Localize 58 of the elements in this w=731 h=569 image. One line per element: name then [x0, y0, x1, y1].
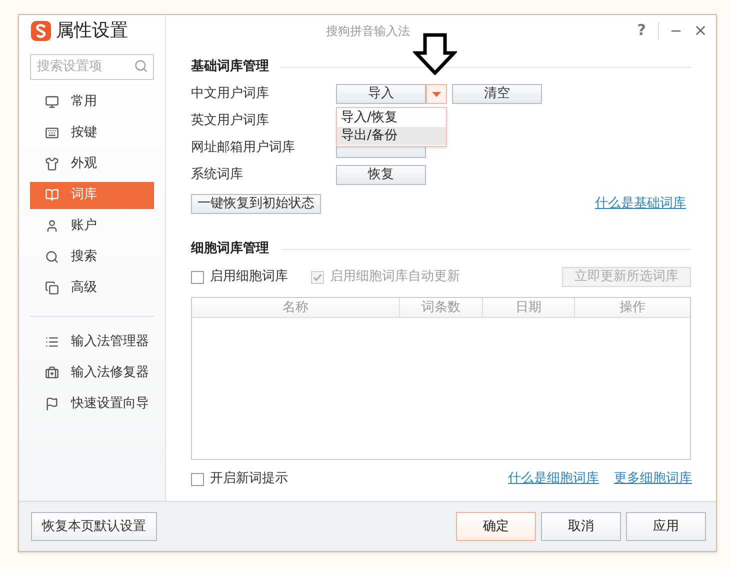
checkbox[interactable] [191, 472, 204, 486]
restore-defaults-button[interactable]: 恢复本页默认设置 [31, 512, 157, 541]
sidebar-item[interactable]: 搜索 [30, 244, 154, 270]
sidebar-item[interactable]: 外观 [30, 150, 154, 178]
column-header: 日期 [482, 298, 574, 317]
dialog-button[interactable]: 确定 [456, 512, 536, 541]
help-link[interactable]: 更多细胞词库 [614, 469, 692, 489]
row-label: 中文用户词库 [191, 85, 270, 104]
search-field[interactable]: 搜索设置项 [30, 54, 154, 80]
search-icon [45, 250, 59, 264]
sidebar-item[interactable]: 账户 [30, 212, 154, 240]
dropdown-button[interactable] [426, 84, 447, 104]
checkbox[interactable] [191, 270, 204, 284]
logo-icon [31, 20, 51, 40]
checkmark-icon [313, 272, 322, 282]
sidebar-tool[interactable]: 快速设置向导 [30, 390, 154, 418]
dialog-button[interactable]: 应用 [626, 512, 706, 541]
menu-item[interactable]: 导出/备份 [337, 127, 446, 145]
caret-icon [432, 92, 441, 96]
sidebar-item[interactable]: 按键 [30, 120, 154, 146]
close-icon[interactable] [693, 23, 708, 38]
help-link[interactable]: 什么是细胞词库 [508, 469, 599, 489]
sidebar-tool[interactable]: 输入法修复器 [30, 360, 154, 386]
list-icon [45, 335, 59, 349]
sidebar-item[interactable]: 常用 [30, 88, 154, 116]
copy-icon [45, 281, 59, 295]
sidebar-item[interactable]: 高级 [30, 274, 154, 302]
monitor-icon [45, 95, 59, 109]
row-label: 系统词库 [191, 166, 244, 184]
action-button[interactable]: 清空 [452, 84, 542, 104]
row-label: 英文用户词库 [191, 112, 270, 130]
column-header: 名称 [282, 299, 310, 317]
action-button[interactable]: 恢复 [336, 165, 426, 185]
column-header: 词条数 [399, 298, 482, 317]
checkbox-label: 开启新词提示 [210, 470, 288, 488]
app-name: 搜狗拼音输入法 [326, 22, 410, 40]
window-title: 属性设置 [56, 19, 128, 43]
section-title: 基础词库管理 [191, 58, 269, 76]
sidebar-tool[interactable]: 输入法管理器 [30, 328, 154, 356]
toolbox-icon [45, 366, 59, 380]
row-label: 网址邮箱用户词库 [191, 139, 296, 158]
user-icon [45, 219, 59, 233]
help-link[interactable]: 什么是基础词库 [595, 194, 686, 214]
column-header: 操作 [574, 298, 690, 317]
action-button[interactable]: 导入 [336, 84, 426, 104]
reset-button[interactable]: 一键恢复到初始状态 [191, 194, 321, 214]
menu-item[interactable]: 导入/恢复 [337, 109, 446, 127]
help-button[interactable]: ? [635, 19, 648, 42]
shirt-icon [45, 157, 59, 171]
dialog-button[interactable]: 取消 [541, 512, 621, 541]
down-arrow-icon [413, 33, 457, 75]
checkbox-label: 启用细胞词库 [210, 268, 288, 286]
keyboard-icon [45, 126, 59, 140]
section-title: 细胞词库管理 [191, 240, 269, 258]
search-icon [134, 59, 148, 73]
checkbox-label: 启用细胞词库自动更新 [330, 268, 460, 286]
flag-icon [45, 397, 59, 411]
book-icon [45, 188, 59, 202]
